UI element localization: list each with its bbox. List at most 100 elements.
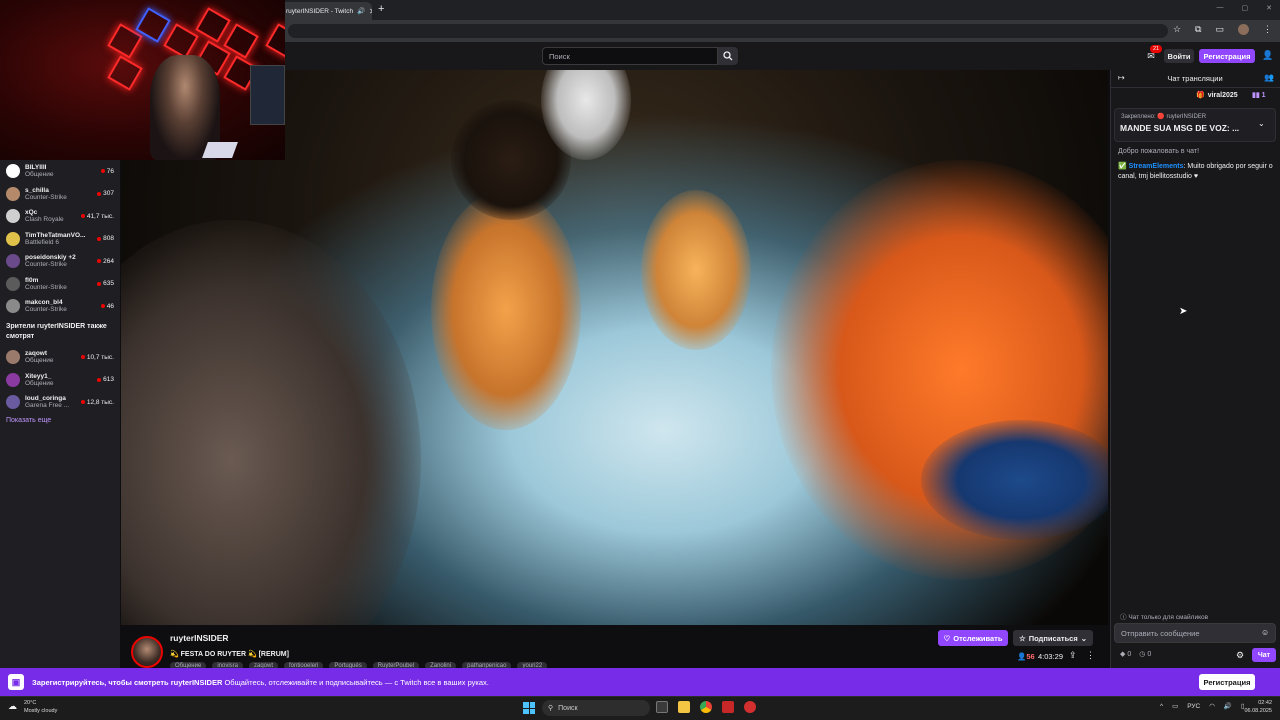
channel-name: fl0m: [25, 276, 39, 284]
wifi-icon[interactable]: ◠: [1209, 702, 1215, 710]
search-button[interactable]: [718, 47, 738, 65]
pinned-label: Закреплено: 🔴 ruyterINSIDER: [1121, 114, 1207, 120]
chevron-down-icon[interactable]: ⌄: [1258, 119, 1265, 128]
taskbar-clock[interactable]: 02:42 06.08.2025: [1240, 699, 1272, 715]
new-tab-button[interactable]: +: [378, 3, 384, 15]
webcam-monitor: [250, 65, 285, 125]
user-menu-icon[interactable]: 👤: [1262, 50, 1273, 61]
banner-text: Зарегистрируйтесь, чтобы смотреть ruyter…: [32, 678, 489, 687]
follow-button[interactable]: ♡ Отслеживать: [938, 630, 1008, 646]
volume-icon[interactable]: 🔊: [1224, 702, 1232, 710]
minimize-icon[interactable]: —: [1217, 4, 1224, 12]
channel-viewers: 635: [97, 280, 114, 287]
star-icon: ☆: [1018, 633, 1026, 643]
emote-only-notice: ⓘ Чат только для смайликов: [1120, 614, 1209, 621]
browser-menu-icon[interactable]: ⋮: [1263, 24, 1272, 35]
chat-users-icon[interactable]: 👥: [1264, 73, 1274, 82]
language-indicator[interactable]: РУС: [1187, 703, 1200, 710]
emoji-icon[interactable]: ☺: [1261, 628, 1269, 637]
taskbar-search[interactable]: ⚲ Поиск: [542, 700, 650, 716]
close-window-icon[interactable]: ✕: [1266, 4, 1272, 12]
chrome-icon[interactable]: [700, 701, 712, 713]
channel-name: Xiteyy1_: [25, 372, 52, 380]
twitch-logo-icon: ▣: [8, 674, 24, 690]
channel-category: Общение: [25, 171, 54, 178]
live-dot-icon: [80, 214, 85, 218]
video-figure: [641, 190, 751, 350]
more-options-icon[interactable]: ⋮: [1086, 650, 1095, 661]
chat-username[interactable]: StreamElements: [1129, 163, 1184, 170]
tab-title: ruyterINSIDER - Twitch: [286, 7, 354, 15]
banner-signup-button[interactable]: Регистрация: [1199, 674, 1255, 690]
profile-avatar[interactable]: [1238, 24, 1249, 35]
live-dot-icon: [97, 281, 102, 286]
subscribe-button[interactable]: ☆ Подписаться ⌄: [1013, 630, 1093, 646]
collapse-chat-icon[interactable]: ↦: [1118, 73, 1125, 82]
channel-viewers: 808: [97, 235, 114, 242]
live-dot-icon: [100, 169, 105, 173]
live-dot-icon: [97, 259, 102, 263]
mouse-cursor-icon: ➤: [1179, 306, 1188, 317]
channel-points[interactable]: ◆ 0 ◷ 0: [1120, 650, 1151, 658]
streamer-avatar[interactable]: [131, 636, 163, 668]
sidebar-channel[interactable]: loud_coringa Garena Free ... 12,8 тыс.: [0, 391, 120, 413]
viewer-count: 👤56: [1017, 652, 1035, 661]
address-bar[interactable]: [288, 24, 1168, 38]
chat-send-button[interactable]: Чат: [1252, 648, 1276, 662]
signup-button[interactable]: Регистрация: [1199, 49, 1255, 63]
channel-avatar: [6, 186, 20, 201]
channel-name: poseidonskiy +2: [25, 254, 76, 261]
sidebar-channel[interactable]: Xiteyy1_ Общение 613: [0, 369, 120, 391]
gift-count: ▮▮ 1: [1252, 92, 1266, 99]
channel-category: Garena Free ...: [25, 402, 70, 409]
channel-viewers: 12,8 тыс.: [80, 399, 114, 406]
webcam-overlay: [0, 0, 285, 160]
points-icon: ◆: [1120, 651, 1126, 658]
streamer-name[interactable]: ruyterINSIDER: [170, 633, 229, 643]
sidebar-channel[interactable]: TimTheTatmanVO... Battlefield 6 808: [0, 228, 120, 250]
live-dot-icon: [80, 400, 85, 404]
login-button[interactable]: Войти: [1164, 49, 1194, 63]
sidebar-channel[interactable]: makcon_bl4 Counter-Strike 46: [0, 295, 120, 317]
task-view-icon[interactable]: [656, 701, 668, 713]
network-icon[interactable]: ▭: [1172, 702, 1178, 710]
file-explorer-icon[interactable]: [678, 701, 690, 713]
channel-category: Общение: [25, 379, 54, 387]
top-gifter[interactable]: 🎁 viral2025: [1196, 91, 1238, 100]
extensions-icon[interactable]: ⧉: [1195, 24, 1201, 35]
browser-tab[interactable]: ruyterINSIDER - Twitch 🔊 ✕: [280, 2, 372, 20]
show-more-link[interactable]: Показать еще: [6, 417, 51, 424]
chat-input[interactable]: Отправить сообщение: [1114, 623, 1276, 643]
gear-icon[interactable]: ⚙: [1236, 650, 1244, 661]
app-icon[interactable]: [722, 701, 734, 713]
video-fabric: [921, 420, 1108, 540]
search-icon: [723, 51, 733, 61]
sidebar-channel[interactable]: poseidonskiy +2 Counter-Strike 264: [0, 250, 120, 272]
close-tab-icon[interactable]: ✕: [369, 7, 372, 16]
sidebar-channel[interactable]: BILYIIII Общение 76: [0, 160, 120, 182]
sidebar-channel[interactable]: zaqowt Общение 10,7 тыс.: [0, 346, 120, 368]
sidebar-channel[interactable]: xQc Clash Royale 41,7 тыс.: [0, 205, 120, 227]
channel-category: Battlefield 6: [25, 238, 59, 246]
chevron-up-icon[interactable]: ^: [1160, 703, 1163, 710]
live-dot-icon: [80, 355, 85, 359]
channel-name: loud_coringa: [25, 395, 66, 402]
channel-viewers: 46: [100, 303, 114, 310]
maximize-icon[interactable]: ▢: [1242, 4, 1249, 12]
chat-panel: [1110, 70, 1280, 668]
sidebar-channel[interactable]: fl0m Counter-Strike 635: [0, 273, 120, 295]
channel-avatar: [6, 164, 20, 178]
cast-icon[interactable]: ▭: [1215, 24, 1224, 35]
app-icon[interactable]: [744, 701, 756, 713]
channel-name: BILYIIII: [25, 164, 47, 171]
windows-start-icon[interactable]: [523, 702, 535, 714]
speaker-icon[interactable]: 🔊: [357, 7, 365, 15]
bookmark-star-icon[interactable]: ☆: [1173, 24, 1181, 35]
channel-category: Clash Royale: [25, 216, 64, 223]
live-dot-icon: [100, 304, 105, 308]
weather-widget[interactable]: 20°C Mostly cloudy: [24, 699, 57, 715]
stream-uptime: 4:03:29: [1038, 652, 1064, 661]
search-input[interactable]: Поиск: [542, 47, 718, 65]
share-icon[interactable]: ⇪: [1069, 650, 1077, 661]
sidebar-channel[interactable]: s_chilla Counter-Strike 307: [0, 183, 120, 205]
